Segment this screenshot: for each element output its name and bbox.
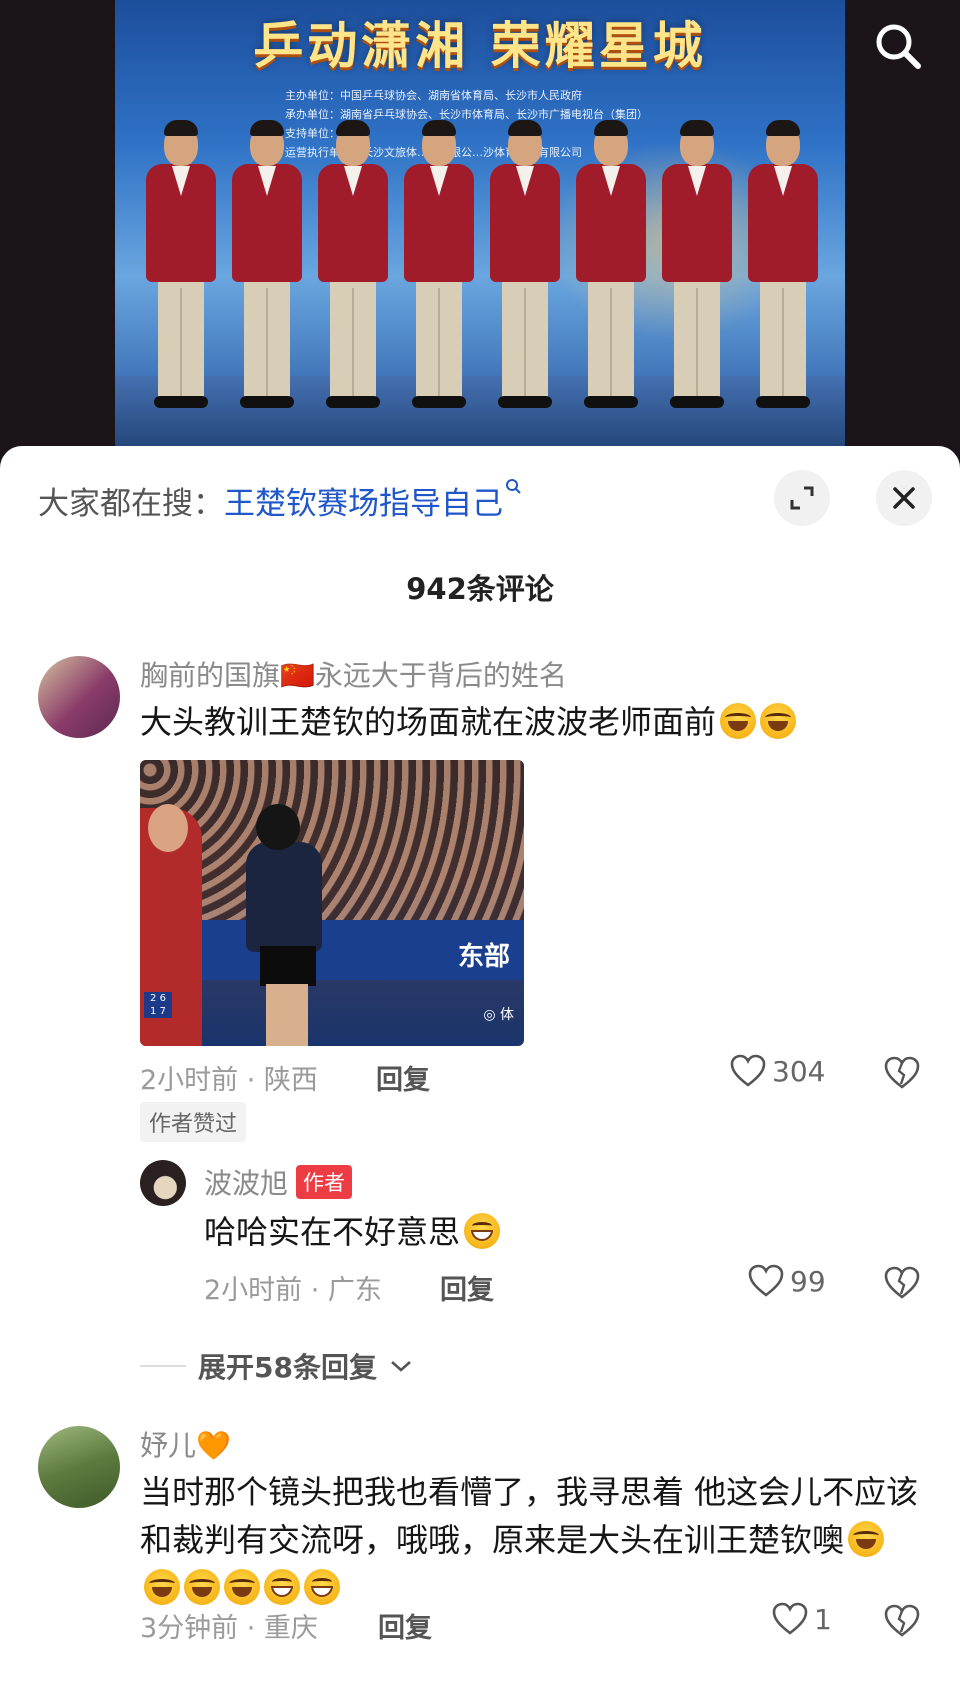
expand-icon: [790, 486, 814, 510]
heart-icon: [748, 1264, 784, 1297]
search-icon: [876, 24, 921, 69]
expand-replies-label: 展开58条回复: [198, 1351, 377, 1384]
like-count: 99: [790, 1264, 826, 1298]
comment-sheet: 大家都在搜：王楚钦赛场指导自己 942条评论 胸前的国旗🇨🇳永远大于背后的姓名 …: [0, 446, 960, 1689]
chevron-down-icon: [391, 1361, 411, 1372]
dislike-button[interactable]: [884, 1056, 920, 1094]
comment-text: 当时那个镜头把我也看懵了，我寻思着 他这会儿不应该和裁判有交流呀，哦哦，原来是大…: [140, 1468, 920, 1612]
person: [140, 120, 222, 430]
comment-username[interactable]: 胸前的国旗🇨🇳永远大于背后的姓名: [140, 654, 567, 694]
sponsor-line: 主办单位：中国乒乓球协会、湖南省体育局、长沙市人民政府: [285, 89, 582, 102]
video-frame: 乒动潇湘 荣耀星城 主办单位：中国乒乓球协会、湖南省体育局、长沙市人民政府 承办…: [115, 0, 845, 446]
avatar[interactable]: [38, 656, 120, 738]
close-button[interactable]: [876, 470, 932, 526]
dislike-button[interactable]: [884, 1604, 920, 1642]
search-keyword-icon: [506, 479, 521, 494]
avatar[interactable]: [140, 1160, 186, 1206]
reply-button[interactable]: 回复: [376, 1058, 430, 1097]
grinning-emoji: [304, 1569, 340, 1605]
expand-replies-button[interactable]: 展开58条回复: [140, 1346, 413, 1386]
person: [398, 120, 480, 430]
reply-button[interactable]: 回复: [440, 1268, 494, 1307]
like-button[interactable]: 1: [772, 1602, 832, 1636]
banner-title: 乒动潇湘 荣耀星城: [253, 16, 707, 75]
person: [656, 120, 738, 430]
reply-username[interactable]: 波波旭: [204, 1162, 288, 1202]
comment-username[interactable]: 妤儿🧡: [140, 1424, 231, 1464]
comment-meta: 3分钟前 · 重庆: [140, 1613, 318, 1644]
reply-text-content: 哈哈实在不好意思: [204, 1213, 461, 1251]
expand-button[interactable]: [774, 470, 830, 526]
comment-text: 大头教训王楚钦的场面就在波波老师面前: [140, 698, 920, 746]
person: [742, 120, 824, 430]
search-button[interactable]: [870, 18, 926, 74]
person: [312, 120, 394, 430]
trending-search[interactable]: 大家都在搜：王楚钦赛场指导自己: [38, 478, 523, 523]
divider: [140, 1365, 186, 1367]
like-count: 1: [814, 1602, 832, 1636]
avatar[interactable]: [38, 1426, 120, 1508]
heart-icon: [730, 1054, 766, 1087]
people-group: [140, 120, 824, 430]
video-player[interactable]: 乒动潇湘 荣耀星城 主办单位：中国乒乓球协会、湖南省体育局、长沙市人民政府 承办…: [0, 0, 960, 470]
broken-heart-icon: [884, 1056, 920, 1089]
laughing-tears-emoji: [184, 1569, 220, 1605]
dislike-button[interactable]: [884, 1266, 920, 1304]
laughing-tears-emoji: [848, 1521, 885, 1557]
author-badge: 作者: [296, 1165, 353, 1199]
heart-icon: [772, 1602, 808, 1635]
comment-text-content: 大头教训王楚钦的场面就在波波老师面前: [140, 703, 717, 741]
comment-text-content: 当时那个镜头把我也看懵了，我寻思着 他这会儿不应该和裁判有交流呀，哦哦，原来是大…: [140, 1473, 919, 1559]
trending-prefix: 大家都在搜：: [38, 486, 224, 522]
laughing-tears-emoji: [144, 1569, 180, 1605]
broken-heart-icon: [884, 1604, 920, 1637]
laughing-tears-emoji: [224, 1569, 260, 1605]
person: [570, 120, 652, 430]
author-liked-tag: 作者赞过: [140, 1102, 247, 1142]
reply-meta: 2小时前 · 广东: [204, 1275, 382, 1306]
image-board-text: 东部: [457, 942, 510, 972]
comment-image[interactable]: 东部 2 61 7 ◎ 体: [140, 760, 524, 1046]
reply-button[interactable]: 回复: [378, 1606, 432, 1645]
person: [226, 120, 308, 430]
comment-count: 942条评论: [406, 572, 554, 606]
laughing-tears-emoji: [760, 703, 797, 739]
trending-keyword[interactable]: 王楚钦赛场指导自己: [224, 486, 503, 522]
reply-text: 哈哈实在不好意思: [204, 1208, 904, 1256]
broken-heart-icon: [884, 1266, 920, 1299]
grinning-emoji: [464, 1213, 501, 1249]
person: [484, 120, 566, 430]
reply-username-row: 波波旭 作者: [204, 1162, 353, 1202]
laughing-tears-emoji: [720, 703, 757, 739]
like-button[interactable]: 99: [748, 1264, 826, 1298]
close-icon: [893, 487, 915, 509]
like-button[interactable]: 304: [730, 1054, 825, 1088]
comment-meta: 2小时前 · 陕西: [140, 1065, 318, 1096]
like-count: 304: [772, 1054, 826, 1088]
grinning-emoji: [264, 1569, 300, 1605]
